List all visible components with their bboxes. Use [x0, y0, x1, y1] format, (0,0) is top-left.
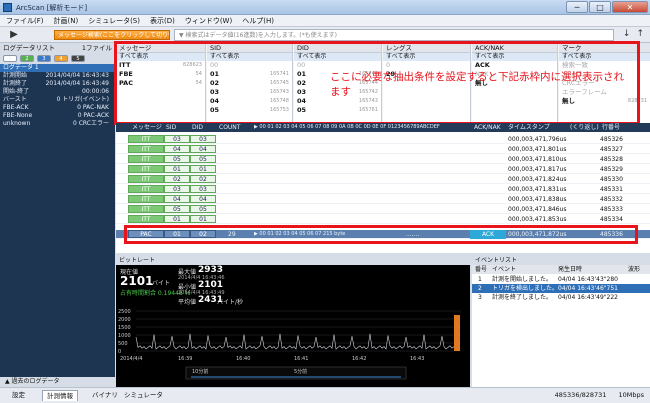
table-row[interactable]: ITT 05 05 000,003,471,810us 485328 [116, 155, 650, 164]
minimize-button[interactable]: ─ [566, 1, 588, 13]
table-row[interactable]: ITT 04 04 000,003,471,838us 485332 [116, 195, 650, 204]
line-rate: 10Mbps [618, 391, 644, 399]
log-item: バースト 0 トリガ(イベント) [3, 96, 109, 103]
arrow-down-icon[interactable]: ↓ [623, 29, 631, 39]
row-position: 485336/828731 [554, 391, 607, 399]
table-row[interactable]: ITT 01 01 000,003,471,817us 485329 [116, 165, 650, 174]
tab-measure-info[interactable]: 計測情報 [42, 390, 78, 401]
annotation-text: ここに必要な抽出条件を設定すると下記赤枠内に選択表示されます [330, 71, 624, 98]
log-tabs: 1 2 3 4 5 [0, 53, 115, 64]
title-bar: ArcScan [解析モード] ─ □ ✕ [0, 0, 650, 15]
file-count: 1ファイル [81, 44, 112, 52]
window-title: ArcScan [解析モード] [16, 4, 88, 12]
event-row[interactable]: 2 トリガを検出しました。 04/04 16:43'46"751 [472, 284, 650, 293]
log-tab-3[interactable]: 3 [37, 55, 51, 62]
log-item: 計測開始 2014/04/04 16:43:43 [3, 72, 109, 79]
table-row[interactable]: ITT 02 02 000,003,471,824us 485330 [116, 175, 650, 184]
arrow-up-icon[interactable]: ↑ [636, 29, 644, 39]
table-row[interactable]: ITT 03 03 000,003,471,796us 485326 [116, 135, 650, 144]
log-item: unknown 0 CRCエラー [3, 120, 109, 127]
play-icon[interactable]: ▶ [4, 29, 24, 41]
message-filter-toggle[interactable]: メッセージ検索(ここをクリックして切り替え) [54, 30, 170, 40]
menu-window[interactable]: ウィンドウ(W) [185, 15, 232, 26]
table-row[interactable]: ITT 05 05 000,003,471,846us 485333 [116, 205, 650, 214]
log-item[interactable]: ログデータ 1 [0, 64, 115, 72]
y-tick-label: 2000 [118, 317, 131, 323]
log-data-panel: ログデータリスト 1ファイル 1 2 3 4 5 ログデータ 1 計測開始 201… [0, 43, 115, 386]
tab-settings[interactable]: 設定 [8, 390, 29, 401]
menu-help[interactable]: ヘルプ(H) [242, 15, 274, 26]
x-tick-label: 2014/4/4 [120, 356, 142, 362]
current-value: 2101 [120, 274, 154, 288]
menu-view[interactable]: 表示(D) [150, 15, 175, 26]
tab-binary[interactable]: バイナリ [88, 390, 122, 401]
log-item: 開始-終了 00:00:06 [3, 88, 109, 95]
bitrate-series-line [135, 333, 455, 350]
menu-bar: ファイル(F) 計画(N) シミュレータ(S) 表示(D) ウィンドウ(W) ヘ… [0, 15, 650, 27]
table-row[interactable]: ITT 03 03 000,003,471,831us 485331 [116, 185, 650, 194]
log-tab-1[interactable]: 1 [3, 55, 17, 62]
x-tick-label: 16:39 [178, 356, 192, 362]
bitrate-spike [454, 315, 460, 351]
log-tab-4[interactable]: 4 [54, 55, 68, 62]
event-list-title: イベントリスト [472, 257, 650, 265]
tab-simulator[interactable]: シミュレータ [120, 390, 167, 401]
x-tick-label: 16:41 [294, 356, 308, 362]
range-label-5min: 5分前 [294, 368, 307, 375]
range-label-10min: 10分前 [192, 368, 208, 375]
maximize-button[interactable]: □ [589, 1, 611, 13]
search-input[interactable]: ▼ 検索式はデータ値(16進数)を入力します。(*も使えます) [174, 29, 614, 41]
y-tick-label: 500 [118, 341, 128, 347]
event-list-header: 番号 イベント 発生日時 波形 [472, 265, 650, 274]
y-tick-label: 1000 [118, 333, 131, 339]
menu-plan[interactable]: 計画(N) [54, 15, 79, 26]
past-log-button[interactable]: ▲ 過去のログデータ [0, 377, 115, 386]
menu-simulator[interactable]: シミュレータ(S) [88, 15, 140, 26]
x-tick-label: 16:40 [236, 356, 250, 362]
event-row[interactable]: 1 計測を開始しました。 04/04 16:43'43"280 [472, 275, 650, 284]
table-row[interactable]: ITT 01 01 000,003,471,853us 485334 [116, 215, 650, 224]
log-tab-5[interactable]: 5 [71, 55, 85, 62]
log-item: FBE-ACK 0 PAC-NAK [3, 104, 109, 111]
x-tick-label: 16:42 [352, 356, 366, 362]
x-tick-label: 16:43 [410, 356, 424, 362]
log-list-title: ログデータリスト [3, 44, 55, 52]
grid-header: メッセージ SID DID COUNT ▶ 00 01 02 03 04 05 … [116, 123, 650, 132]
bitrate-chart[interactable]: 2500 2000 1500 1000 500 02014/4/4 16:39 16:40 16… [116, 305, 470, 385]
y-tick-label: 0 [118, 349, 121, 355]
log-item: 計測終了 2014/04/04 16:43:49 [3, 80, 109, 87]
log-tab-2[interactable]: 2 [20, 55, 34, 62]
result-highlight-box [124, 225, 638, 244]
menu-file[interactable]: ファイル(F) [6, 15, 44, 26]
app-icon [3, 3, 12, 12]
y-tick-label: 1500 [118, 325, 131, 331]
bitrate-panel: ビットレート 現在値 2101 バイト 占有時間割合 0.19448 % 最大値… [116, 257, 470, 387]
close-button[interactable]: ✕ [612, 1, 648, 13]
bitrate-title: ビットレート [116, 257, 470, 265]
event-list-panel: イベントリスト 番号 イベント 発生日時 波形 1 計測を開始しました。 04/04… [472, 257, 650, 387]
event-row[interactable]: 3 計測を終了しました。 04/04 16:43'49"222 [472, 293, 650, 302]
status-bar: 設定 計測情報 バイナリ シミュレータ 485336/828731 10Mbps [0, 387, 650, 403]
y-tick-label: 2500 [118, 309, 131, 315]
table-row[interactable]: ITT 04 04 000,003,471,801us 485327 [116, 145, 650, 154]
log-item: FBE-None 0 PAC-ACK [3, 112, 109, 119]
